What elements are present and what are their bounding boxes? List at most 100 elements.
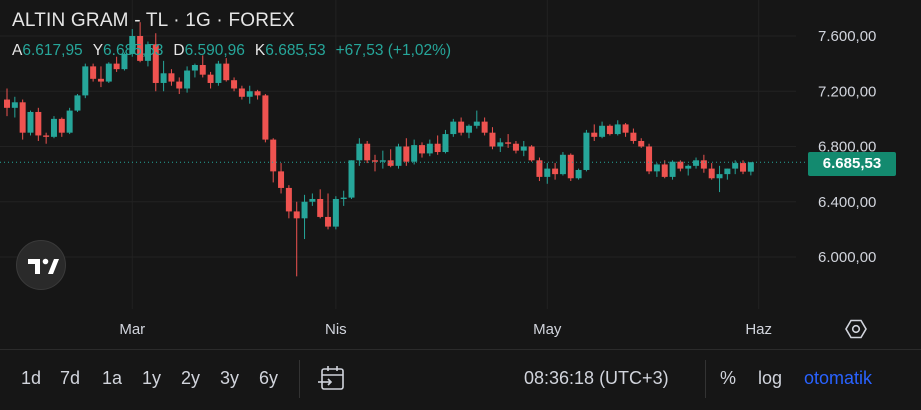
candle-body xyxy=(278,171,285,188)
candle-body xyxy=(481,121,488,133)
y-tick-label: 7.200,00 xyxy=(818,83,876,100)
toolbar-divider xyxy=(705,360,706,398)
log-scale-toggle[interactable]: log xyxy=(758,368,782,389)
close-value: 6.685,53 xyxy=(265,42,326,59)
candle-body xyxy=(693,160,700,166)
high-key: Y xyxy=(92,42,104,59)
candle-body xyxy=(536,160,543,177)
candle-body xyxy=(379,160,386,162)
candle-body xyxy=(372,160,379,162)
ohlc-legend: A6.617,95 Y6.685,53 D6.590,96 K6.685,53 +67,… xyxy=(12,42,451,60)
candle-body xyxy=(700,160,707,169)
range-button-2y[interactable]: 2y xyxy=(181,368,200,389)
candle-body xyxy=(387,160,394,166)
candle-body xyxy=(591,132,598,137)
y-tick-label: 6.000,00 xyxy=(818,249,876,266)
open-value: 6.617,95 xyxy=(22,42,83,59)
candle-body xyxy=(544,168,551,177)
candle-body xyxy=(58,118,65,133)
candle-body xyxy=(160,73,167,83)
candle-body xyxy=(747,162,754,172)
candle-body xyxy=(184,70,191,89)
candle-body xyxy=(716,174,723,179)
candle-body xyxy=(622,124,629,133)
candle-body xyxy=(199,65,206,75)
candle-body xyxy=(434,143,441,153)
range-button-1d[interactable]: 1d xyxy=(21,368,41,389)
candle-body xyxy=(270,139,277,172)
candle-body xyxy=(207,74,214,83)
candle-body xyxy=(176,81,183,89)
open-key: A xyxy=(12,42,23,59)
candle-body xyxy=(105,63,112,82)
range-button-3y[interactable]: 3y xyxy=(220,368,239,389)
x-tick-label: Nis xyxy=(325,321,347,338)
candle-body xyxy=(262,95,269,140)
candle-body xyxy=(638,140,645,147)
candle-body xyxy=(740,163,747,172)
candle-body xyxy=(168,73,175,82)
range-button-6y[interactable]: 6y xyxy=(259,368,278,389)
candle-body xyxy=(238,88,245,97)
calendar-goto-icon[interactable] xyxy=(317,365,347,398)
candle-body xyxy=(606,125,613,135)
x-tick-label: Mar xyxy=(119,321,145,338)
y-tick-label: 6.400,00 xyxy=(818,194,876,211)
candle-body xyxy=(27,111,34,133)
candle-body xyxy=(552,168,559,175)
candle-body xyxy=(630,132,637,141)
candle-body xyxy=(82,66,89,96)
bottom-toolbar: 1d 7d 1a 1y 2y 3y 6y 08:36:18 (UTC+3) % … xyxy=(0,349,921,410)
percent-scale-toggle[interactable]: % xyxy=(720,368,736,389)
clock-timezone[interactable]: 08:36:18 (UTC+3) xyxy=(524,368,669,389)
candle-body xyxy=(395,146,402,166)
candle-body xyxy=(575,169,582,179)
candle-body xyxy=(97,78,104,82)
candle-body xyxy=(90,66,97,79)
candle-body xyxy=(411,145,418,162)
low-key: D xyxy=(173,42,185,59)
chart-area[interactable]: 7.600,00 7.200,00 6.800,00 6.400,00 6.000,00… xyxy=(0,0,921,349)
candle-body xyxy=(50,118,57,137)
candle-body xyxy=(732,163,739,169)
candle-body xyxy=(364,143,371,161)
candle-body xyxy=(426,143,433,154)
candle-body xyxy=(66,110,73,133)
candle-body xyxy=(293,211,300,219)
change-value: +67,53 (+1,02%) xyxy=(335,42,452,59)
candle-body xyxy=(11,102,18,108)
range-button-1a[interactable]: 1a xyxy=(102,368,122,389)
candle-body xyxy=(614,124,621,135)
candle-body xyxy=(254,91,261,96)
candle-body xyxy=(215,63,222,83)
candle-body xyxy=(418,145,425,154)
auto-scale-toggle[interactable]: otomatik xyxy=(804,368,872,389)
last-price-badge: 6.685,53 xyxy=(808,152,896,176)
candle-body xyxy=(356,143,363,161)
candle-body xyxy=(599,125,606,137)
candle-body xyxy=(442,134,449,153)
candle-body xyxy=(653,164,660,172)
candle-body xyxy=(520,146,527,151)
candle-body xyxy=(317,198,324,217)
candle-body xyxy=(35,111,42,136)
range-button-1y[interactable]: 1y xyxy=(142,368,161,389)
high-value: 6.685,53 xyxy=(103,42,164,59)
candle-body xyxy=(497,142,504,147)
candle-body xyxy=(583,132,590,170)
y-tick-label: 7.600,00 xyxy=(818,28,876,45)
candle-body xyxy=(43,135,50,137)
candle-body xyxy=(113,63,120,70)
range-button-7d[interactable]: 7d xyxy=(60,368,80,389)
candle-body xyxy=(4,99,10,108)
candle-body xyxy=(489,132,496,147)
tradingview-logo-icon[interactable] xyxy=(16,240,66,290)
candle-body xyxy=(223,63,230,81)
x-tick-label: May xyxy=(533,321,562,338)
candle-body xyxy=(19,102,26,133)
candle-body xyxy=(246,91,253,97)
candle-body xyxy=(685,165,692,169)
candle-body xyxy=(559,154,566,175)
candle-body xyxy=(332,198,339,227)
settings-icon[interactable] xyxy=(845,318,867,340)
